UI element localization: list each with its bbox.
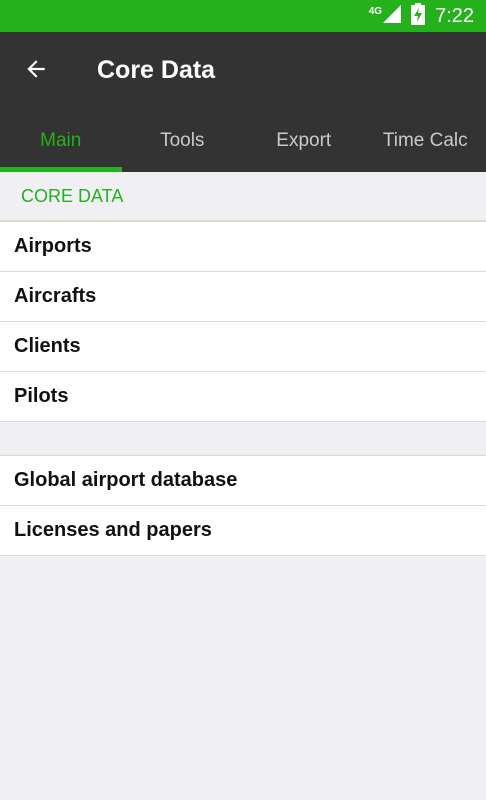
toolbar: Core Data [0, 32, 486, 110]
battery-charging-icon [411, 2, 426, 30]
core-data-list: Airports Aircrafts Clients Pilots [0, 221, 486, 422]
status-clock: 7:22 [435, 4, 474, 27]
list-item-airports[interactable]: Airports [0, 222, 486, 272]
tab-main[interactable]: Main [0, 110, 122, 172]
app-bar: Core Data Main Tools Export Time Calc [0, 32, 486, 172]
tab-time-calc[interactable]: Time Calc [365, 110, 486, 172]
list-item-pilots[interactable]: Pilots [0, 372, 486, 422]
tab-tools[interactable]: Tools [122, 110, 244, 172]
network-type-label: 4G [368, 5, 383, 17]
list-item-aircrafts[interactable]: Aircrafts [0, 272, 486, 322]
main-content: CORE DATA Airports Aircrafts Clients Pil… [0, 172, 486, 556]
status-bar: 4G 7:22 [0, 0, 486, 32]
back-button[interactable] [16, 51, 56, 91]
signal-icon [383, 4, 402, 28]
list-item-clients[interactable]: Clients [0, 322, 486, 372]
tab-bar: Main Tools Export Time Calc [0, 110, 486, 172]
section-header: CORE DATA [0, 172, 486, 221]
tab-export[interactable]: Export [243, 110, 365, 172]
list-item-licenses-and-papers[interactable]: Licenses and papers [0, 506, 486, 556]
arrow-left-icon [23, 56, 49, 87]
page-title: Core Data [97, 56, 216, 84]
extra-data-list: Global airport database Licenses and pap… [0, 455, 486, 556]
list-item-global-airport-database[interactable]: Global airport database [0, 456, 486, 506]
